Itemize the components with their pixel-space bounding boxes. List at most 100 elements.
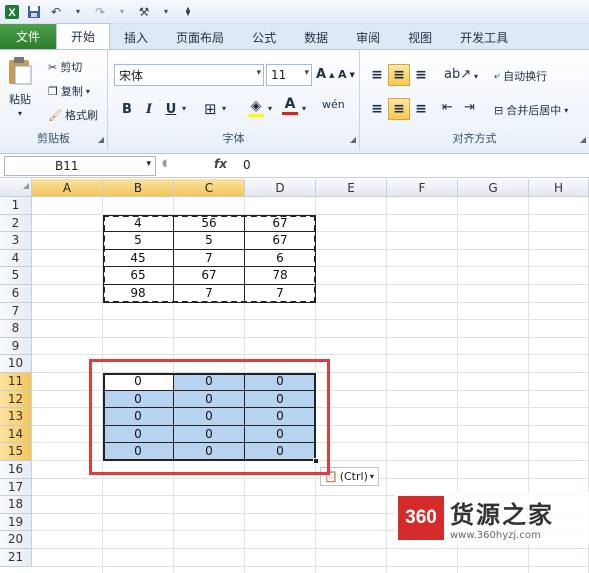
font-size-dropdown-icon[interactable]: ▾ [304,68,309,78]
column-header-d[interactable]: D [245,179,316,197]
increase-indent-icon[interactable]: ⇥ [464,100,475,115]
redo-dropdown-icon[interactable]: ▾ [114,4,130,20]
tab-file[interactable]: 文件 [0,24,57,49]
pasted-cell[interactable]: 0 [103,443,174,461]
row-header-14[interactable]: 14 [0,425,32,444]
pasted-cell[interactable]: 0 [245,443,316,461]
pasted-cell[interactable]: 0 [103,373,174,391]
redo-icon[interactable]: ↷ [92,4,108,20]
font-name-combo[interactable]: 宋体 ▾ [114,64,264,86]
font-name-dropdown-icon[interactable]: ▾ [256,68,261,78]
cut-button[interactable]: ✂ 剪切 [48,59,82,75]
save-icon[interactable] [26,4,42,20]
select-all-corner[interactable]: ◢ [0,179,32,197]
source-cell[interactable]: 65 [103,267,174,285]
row-header-17[interactable]: 17 [0,478,32,497]
source-cell[interactable]: 67 [174,267,245,285]
pasted-cell[interactable]: 0 [245,373,316,391]
pasted-cell[interactable]: 0 [245,425,316,444]
source-cell[interactable]: 5 [174,232,245,250]
underline-dropdown-icon[interactable]: ▾ [182,104,186,113]
row-header-1[interactable]: 1 [0,197,32,215]
row-header-3[interactable]: 3 [0,232,32,250]
pasted-cell[interactable]: 0 [103,390,174,409]
row-header-11[interactable]: 11 [0,373,32,391]
row-header-18[interactable]: 18 [0,496,32,514]
row-header-5[interactable]: 5 [0,267,32,285]
source-cell[interactable]: 67 [245,214,316,233]
undo-icon[interactable]: ↶ [48,4,64,20]
column-header-g[interactable]: G [458,179,529,197]
source-cell[interactable]: 4 [103,214,174,233]
formula-bar-handle-icon[interactable]: ◖ [162,158,167,169]
alignment-launcher-icon[interactable]: ◢ [580,135,586,144]
align-center-icon[interactable]: ≡ [388,98,410,120]
fill-dropdown-icon[interactable]: ▾ [268,104,272,113]
column-header-a[interactable]: A [32,179,103,197]
row-header-16[interactable]: 16 [0,461,32,479]
row-header-20[interactable]: 20 [0,531,32,549]
align-top-icon[interactable]: ≡ [366,64,388,86]
pasted-cell[interactable]: 0 [245,408,316,426]
row-header-13[interactable]: 13 [0,408,32,426]
align-middle-icon[interactable]: ≡ [388,64,410,86]
copy-button[interactable]: ❐ 复制 ▾ [48,83,90,99]
grow-font-icon[interactable]: A ▲ [316,67,334,82]
pasted-cell[interactable]: 0 [103,408,174,426]
source-cell[interactable]: 98 [103,285,174,303]
orientation-icon[interactable]: ab↗ [444,67,471,82]
source-cell[interactable]: 56 [174,214,245,233]
wrap-text-button[interactable]: ⤶ 自动换行 [494,68,547,84]
paste-button[interactable]: 粘贴 ▾ [6,56,34,118]
merge-center-button[interactable]: ⊟ 合并后居中 ▾ [494,102,568,118]
font-color-dropdown-icon[interactable]: ▾ [302,104,306,113]
paste-options-button[interactable]: 📋 (Ctrl) ▾ [320,467,379,486]
source-cell[interactable]: 7 [245,285,316,303]
tab-page-layout[interactable]: 页面布局 [162,25,238,49]
source-cell[interactable]: 7 [174,249,245,268]
borders-dropdown-icon[interactable]: ▾ [222,104,226,113]
decrease-indent-icon[interactable]: ⇤ [442,100,453,115]
phonetic-icon[interactable]: wén [322,98,345,111]
row-header-8[interactable]: 8 [0,320,32,338]
font-launcher-icon[interactable]: ◢ [350,135,356,144]
fill-handle[interactable] [313,458,319,464]
source-cell[interactable]: 67 [245,232,316,250]
source-cell[interactable]: 78 [245,267,316,285]
column-header-e[interactable]: E [316,179,387,197]
source-cell[interactable]: 6 [245,249,316,268]
column-header-f[interactable]: F [387,179,458,197]
insert-function-icon[interactable]: fx [214,157,227,171]
tab-formulas[interactable]: 公式 [238,25,290,49]
underline-icon[interactable]: U [160,98,182,120]
font-size-combo[interactable]: 11 ▾ [266,64,312,86]
align-right-icon[interactable]: ≡ [410,98,432,120]
pasted-cell[interactable]: 0 [174,425,245,444]
row-header-9[interactable]: 9 [0,337,32,356]
bold-icon[interactable]: B [116,98,138,120]
row-header-15[interactable]: 15 [0,443,32,461]
tab-view[interactable]: 视图 [394,25,446,49]
name-box[interactable]: B11 ▾ [4,156,156,176]
tab-insert[interactable]: 插入 [110,25,162,49]
tools-icon[interactable]: ⚒ [136,4,152,20]
row-header-12[interactable]: 12 [0,390,32,409]
align-bottom-icon[interactable]: ≡ [410,64,432,86]
pasted-cell[interactable]: 0 [103,425,174,444]
align-left-icon[interactable]: ≡ [366,98,388,120]
row-header-21[interactable]: 21 [0,549,32,567]
row-header-19[interactable]: 19 [0,513,32,532]
column-header-b[interactable]: B [103,179,174,197]
tab-data[interactable]: 数据 [290,25,342,49]
column-header-h[interactable]: H [529,179,589,197]
fill-color-icon[interactable]: ◈ [248,98,264,117]
clipboard-launcher-icon[interactable]: ◢ [98,135,104,144]
column-header-c[interactable]: C [174,179,245,197]
customize-dropdown-icon[interactable]: ▾ [158,4,174,20]
source-cell[interactable]: 5 [103,232,174,250]
pasted-cell[interactable]: 0 [174,390,245,409]
row-header-6[interactable]: 6 [0,285,32,303]
pasted-cell[interactable]: 0 [245,390,316,409]
source-cell[interactable]: 45 [103,249,174,268]
source-cell[interactable]: 7 [174,285,245,303]
